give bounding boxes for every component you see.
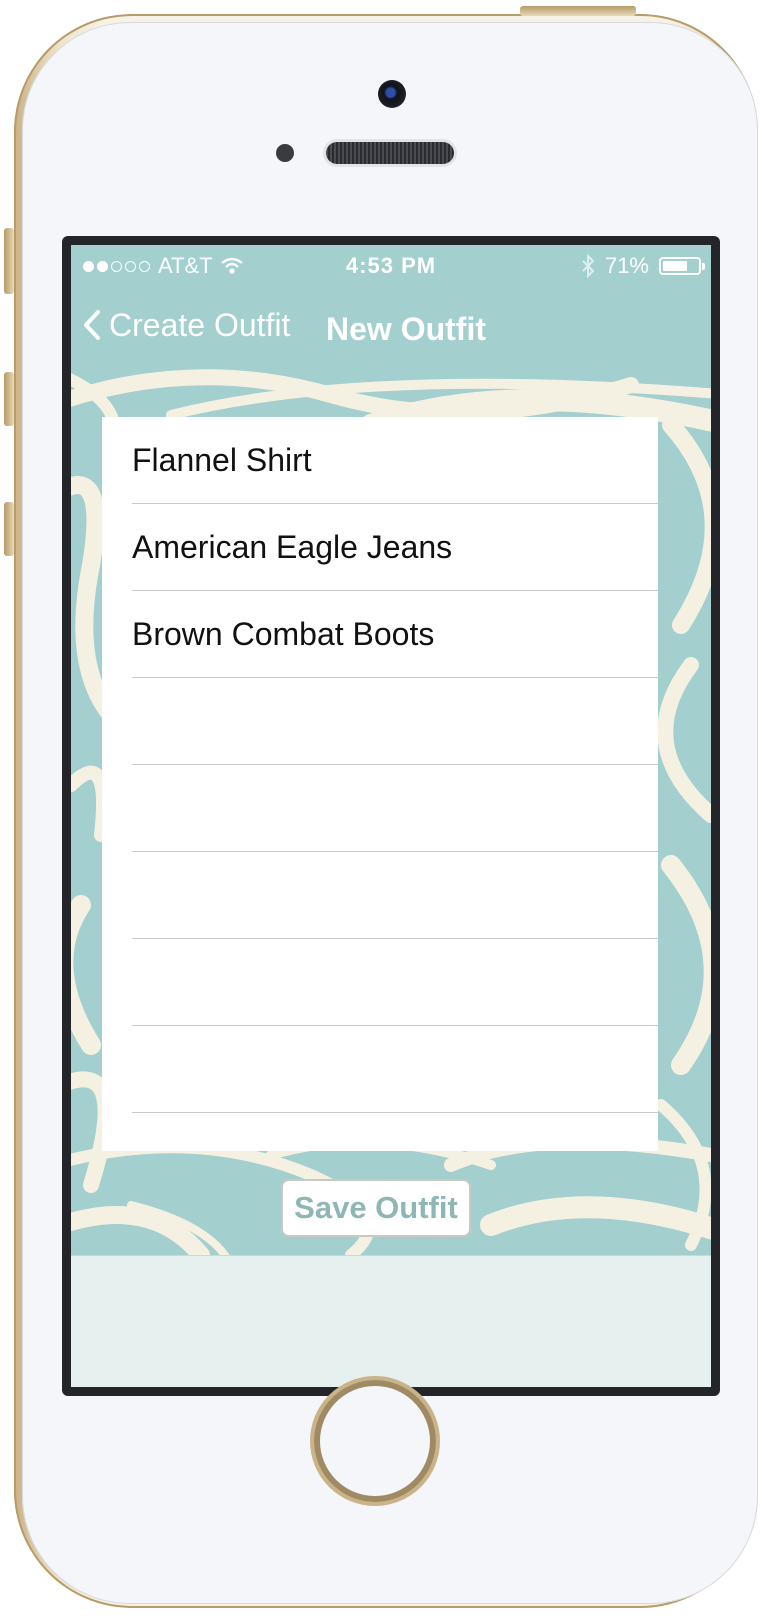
save-outfit-button[interactable]: Save Outfit — [281, 1179, 471, 1237]
proximity-sensor — [276, 144, 294, 162]
front-camera — [378, 80, 406, 108]
battery-percent: 71% — [604, 253, 649, 278]
list-item[interactable]: Flannel Shirt — [132, 417, 658, 504]
outfit-item-list: Flannel Shirt American Eagle Jeans Brown… — [102, 417, 658, 1151]
app-screen: AT&T 4:53 PM 71% Create Outfit New Outfi… — [71, 245, 711, 1387]
list-item-label: Flannel Shirt — [132, 442, 312, 478]
list-item[interactable] — [132, 765, 658, 852]
bluetooth-icon — [582, 254, 595, 278]
status-bar: AT&T 4:53 PM 71% — [71, 245, 711, 285]
earpiece-speaker — [326, 142, 454, 164]
mute-switch — [4, 228, 14, 294]
battery-icon — [659, 257, 705, 275]
chevron-left-icon — [84, 310, 100, 340]
list-item[interactable] — [132, 852, 658, 939]
battery-cap — [702, 263, 705, 270]
volume-down-button — [4, 502, 14, 556]
back-button-label: Create Outfit — [109, 306, 291, 343]
bottom-bar — [71, 1255, 711, 1387]
page-title: New Outfit — [326, 311, 486, 347]
list-item-label: American Eagle Jeans — [132, 529, 453, 565]
list-item[interactable] — [132, 939, 658, 1026]
list-item[interactable]: Brown Combat Boots — [132, 591, 658, 678]
list-item-label: Brown Combat Boots — [132, 616, 435, 652]
list-item[interactable]: American Eagle Jeans — [132, 504, 658, 591]
power-button — [520, 6, 636, 16]
home-button[interactable] — [314, 1380, 436, 1502]
status-right: 71% — [581, 253, 705, 279]
navigation-bar: Create Outfit New Outfit — [71, 285, 711, 365]
volume-up-button — [4, 372, 14, 426]
battery-fill — [663, 261, 687, 271]
list-item[interactable] — [132, 1026, 658, 1113]
list-item[interactable] — [132, 678, 658, 765]
back-button[interactable]: Create Outfit — [83, 303, 290, 347]
